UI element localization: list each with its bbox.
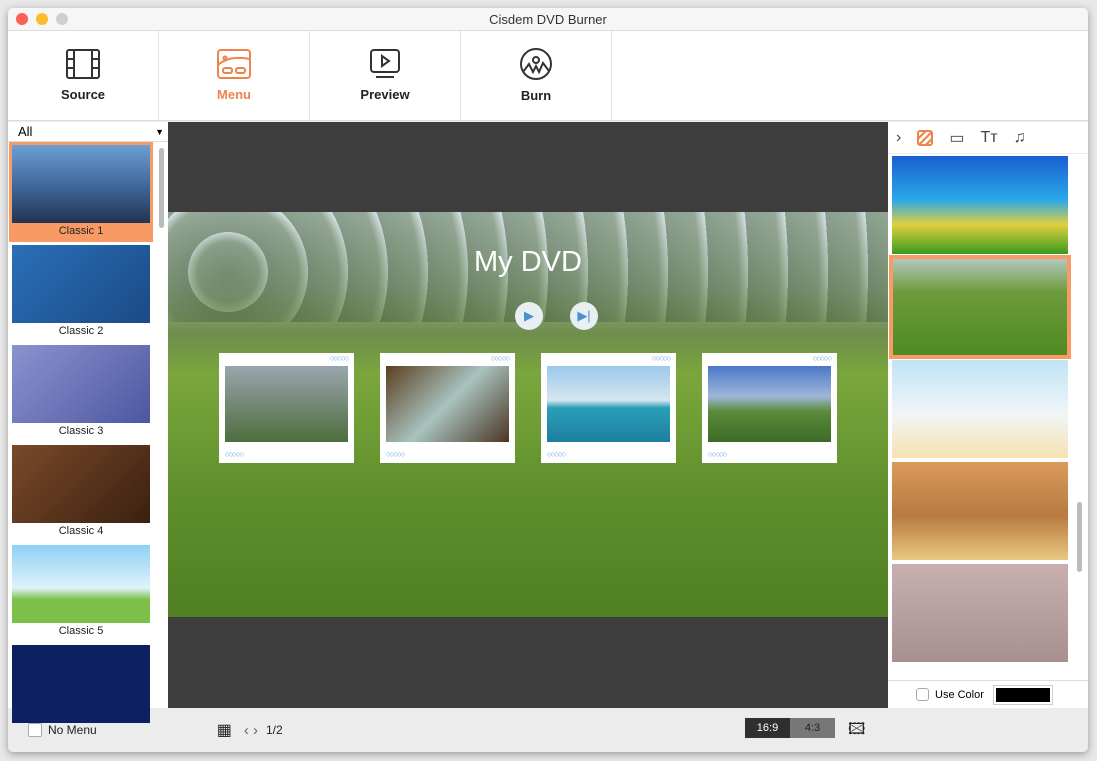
- app-window: Cisdem DVD Burner Source Menu Preview Bu…: [8, 8, 1088, 752]
- page-nav-icon[interactable]: ‹ ›: [244, 722, 258, 739]
- no-menu-checkbox[interactable]: [28, 723, 42, 737]
- scrollbar[interactable]: [1077, 502, 1082, 572]
- add-image-icon[interactable]: 🖾: [848, 718, 865, 745]
- template-item[interactable]: Classic 1: [9, 142, 153, 242]
- ratio-4-3-button[interactable]: 4:3: [790, 718, 835, 738]
- color-swatch[interactable]: [992, 684, 1053, 705]
- close-button[interactable]: [16, 13, 28, 25]
- window-title: Cisdem DVD Burner: [489, 12, 607, 27]
- chapter-card[interactable]: ◇◇◇◇◇ ◇◇◇◇◇: [380, 353, 515, 463]
- bottom-bar: No Menu ▦ ‹ › 1/2 16:9 4:3 🖾: [8, 708, 1088, 752]
- tab-menu[interactable]: Menu: [159, 31, 310, 120]
- template-panel: All Classic 1 Classic 2 Classic 3 Classi…: [8, 122, 168, 723]
- no-menu-label: No Menu: [48, 723, 97, 737]
- tab-preview[interactable]: Preview: [310, 31, 461, 120]
- music-icon[interactable]: ♫: [1014, 129, 1026, 147]
- burn-disc-icon: [520, 48, 552, 80]
- background-item[interactable]: [892, 156, 1068, 254]
- menu-layout-icon: [217, 49, 251, 79]
- use-color-checkbox[interactable]: [916, 688, 929, 701]
- film-icon: [66, 49, 100, 79]
- background-icon[interactable]: [917, 129, 934, 146]
- zoom-button[interactable]: [56, 13, 68, 25]
- title-bar: Cisdem DVD Burner: [8, 8, 1088, 31]
- tab-label: Burn: [520, 88, 552, 103]
- add-chapter-film-icon[interactable]: ▦: [217, 720, 232, 740]
- template-item[interactable]: Classic 5: [9, 542, 153, 642]
- template-filter-dropdown[interactable]: All: [8, 122, 168, 142]
- tab-label: Preview: [360, 87, 410, 102]
- text-icon[interactable]: Tт: [980, 129, 997, 147]
- background-item[interactable]: [889, 255, 1071, 359]
- chapter-card[interactable]: ◇◇◇◇◇ ◇◇◇◇◇: [541, 353, 676, 463]
- template-item[interactable]: Classic 3: [9, 342, 153, 442]
- menu-canvas: My DVD ▶ ▶| ◇◇◇◇◇ ◇◇◇◇◇ ◇◇◇◇◇ ◇◇◇◇◇ ◇◇◇◇◇ ◇…: [168, 122, 888, 708]
- template-item[interactable]: Classic 2: [9, 242, 153, 342]
- ratio-16-9-button[interactable]: 16:9: [745, 718, 790, 738]
- minimize-button[interactable]: [36, 13, 48, 25]
- use-color-label: Use Color: [935, 688, 984, 701]
- collapse-icon[interactable]: ›: [896, 129, 901, 147]
- tab-label: Source: [60, 87, 106, 102]
- toolbar: Source Menu Preview Burn: [8, 31, 1088, 121]
- layout-icon[interactable]: ▭: [949, 128, 964, 148]
- menu-title[interactable]: My DVD: [168, 246, 888, 279]
- tab-burn[interactable]: Burn: [461, 31, 612, 120]
- template-item[interactable]: Classic 4: [9, 442, 153, 542]
- chapter-card[interactable]: ◇◇◇◇◇ ◇◇◇◇◇: [702, 353, 837, 463]
- background-item[interactable]: [892, 360, 1068, 458]
- background-panel: › ▭ Tт ♫ Use Color: [888, 122, 1088, 708]
- tab-source[interactable]: Source: [8, 31, 159, 120]
- background-item[interactable]: [892, 462, 1068, 560]
- preview-play-icon: [370, 49, 400, 78]
- skip-next-icon[interactable]: ▶|: [570, 302, 598, 330]
- tab-label: Menu: [217, 87, 251, 102]
- page-indicator: 1/2: [266, 723, 283, 737]
- scrollbar[interactable]: [159, 148, 164, 228]
- play-icon[interactable]: ▶: [515, 302, 543, 330]
- background-item[interactable]: [892, 564, 1068, 662]
- menu-preview: My DVD ▶ ▶| ◇◇◇◇◇ ◇◇◇◇◇ ◇◇◇◇◇ ◇◇◇◇◇ ◇◇◇◇◇ ◇…: [168, 212, 888, 617]
- chapter-card[interactable]: ◇◇◇◇◇ ◇◇◇◇◇: [219, 353, 354, 463]
